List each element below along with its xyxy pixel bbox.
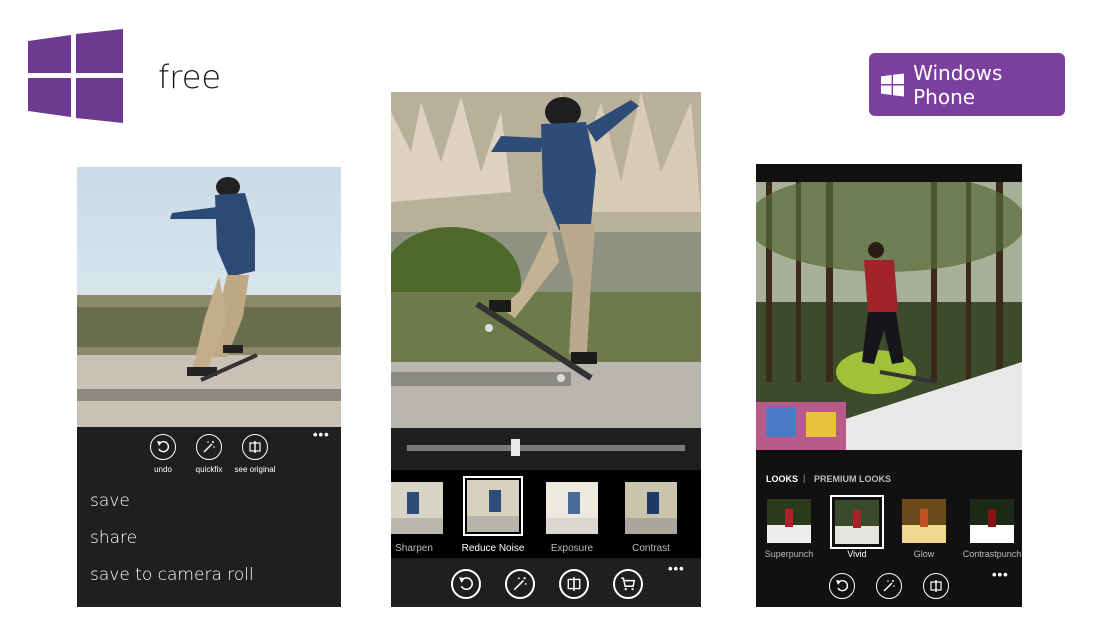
menu-item-share[interactable]: share — [90, 528, 137, 548]
menu-item-save-to-camera-roll[interactable]: save to camera roll — [90, 565, 254, 585]
undo-button[interactable] — [451, 569, 481, 599]
undo-button[interactable] — [150, 434, 176, 460]
undo-icon — [157, 440, 170, 453]
undo-icon — [836, 579, 849, 592]
more-options-button[interactable]: ••• — [668, 561, 685, 576]
magic-wand-icon — [513, 577, 527, 591]
store-button[interactable] — [613, 569, 643, 599]
tab-looks[interactable]: LOOKS — [766, 474, 798, 484]
filter-label-contrast: Contrast — [632, 543, 670, 554]
quickfix-button[interactable] — [196, 434, 222, 460]
phone-screen-looks: LOOKS | PREMIUM LOOKS Superpunch Vivid G… — [756, 164, 1022, 607]
windows-logo-icon — [28, 29, 123, 123]
quickfix-button[interactable] — [505, 569, 535, 599]
windows-phone-badge: Windows Phone — [869, 53, 1065, 116]
filter-label-reduce-noise: Reduce Noise — [461, 543, 525, 554]
look-thumb-superpunch[interactable] — [767, 499, 811, 543]
phone-screen-filters: Sharpen Reduce Noise Exposure Contrast •… — [391, 92, 701, 607]
filter-thumb-contrast[interactable] — [625, 482, 677, 534]
filter-thumb-reduce-noise[interactable] — [467, 480, 519, 532]
skateboarder-photo — [756, 182, 1022, 450]
magic-wand-icon — [203, 441, 215, 453]
undo-button[interactable] — [829, 573, 855, 599]
more-options-button[interactable]: ••• — [992, 567, 1009, 582]
look-thumb-contrastpunch[interactable] — [970, 499, 1014, 543]
compare-icon — [249, 441, 261, 453]
magic-wand-icon — [883, 580, 895, 592]
windows-logo-small-icon — [881, 72, 905, 97]
see-original-button[interactable] — [923, 573, 949, 599]
filter-thumb-sharpen[interactable] — [391, 482, 443, 534]
look-thumb-vivid[interactable] — [835, 500, 879, 544]
look-thumb-glow[interactable] — [902, 499, 946, 543]
tab-premium-looks[interactable]: PREMIUM LOOKS — [814, 474, 891, 484]
see-original-button[interactable] — [559, 569, 589, 599]
compare-icon — [930, 580, 942, 592]
filter-thumb-exposure[interactable] — [546, 482, 598, 534]
skateboarder-photo — [77, 167, 341, 427]
menu-item-save[interactable]: save — [90, 491, 130, 511]
compare-icon — [567, 577, 581, 591]
more-options-button[interactable]: ••• — [313, 427, 330, 442]
look-label-contrastpunch: Contrastpunch — [962, 549, 1022, 559]
badge-label: Windows Phone — [913, 60, 1003, 109]
filter-label-exposure: Exposure — [550, 543, 594, 554]
skateboarder-photo — [391, 92, 701, 428]
undo-icon — [459, 577, 473, 591]
see-original-label: see original — [234, 465, 276, 474]
intensity-slider-track[interactable] — [407, 445, 685, 451]
free-label: free — [158, 58, 222, 96]
cart-icon — [621, 577, 636, 591]
see-original-button[interactable] — [242, 434, 268, 460]
phone-screen-edit-menu: undo quickfix see original ••• save shar… — [77, 167, 341, 607]
quickfix-button[interactable] — [876, 573, 902, 599]
intensity-slider-thumb[interactable] — [510, 439, 520, 456]
tab-separator: | — [803, 473, 806, 483]
